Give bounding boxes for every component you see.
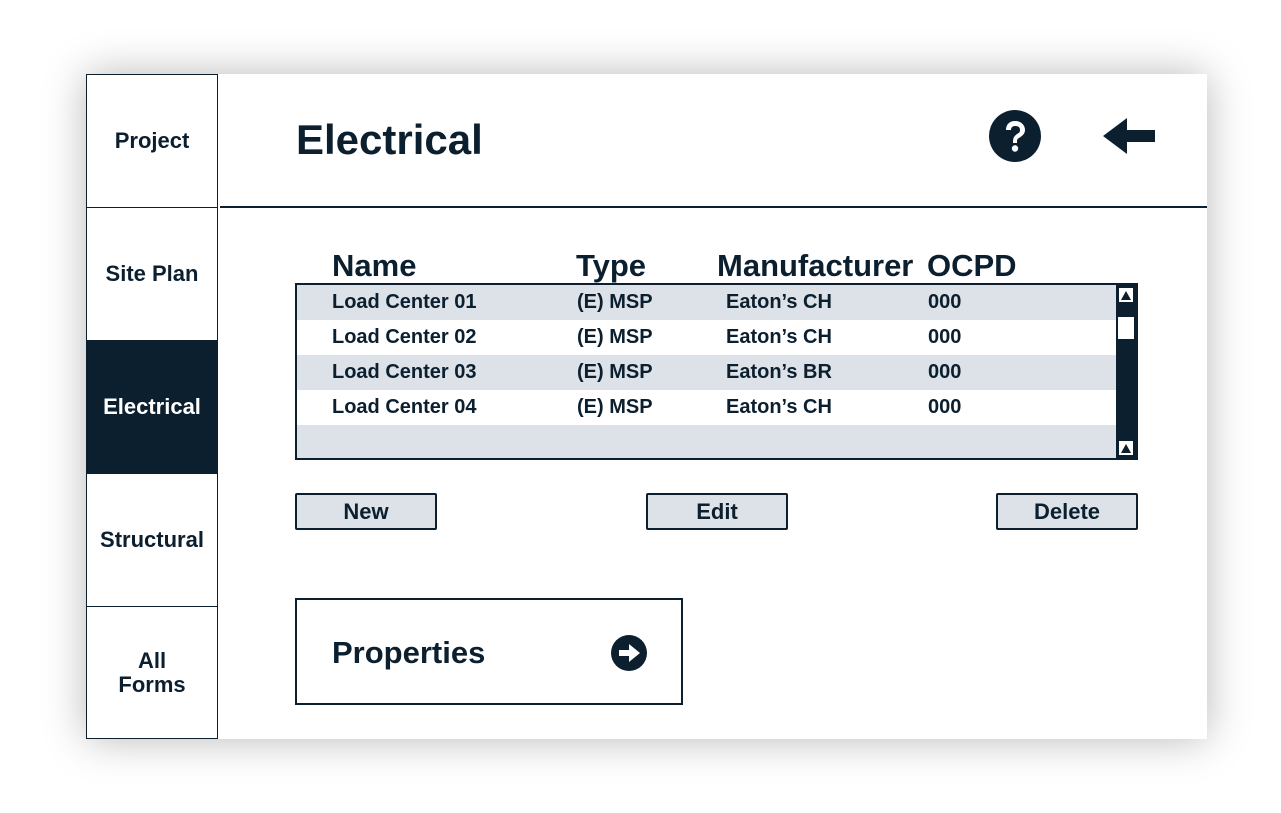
cell-manufacturer: Eaton’s BR (726, 361, 832, 383)
cell-type: (E) MSP (577, 361, 653, 383)
cell-type: (E) MSP (577, 396, 653, 418)
back-button[interactable] (1103, 116, 1157, 156)
cell-ocpd: 000 (928, 326, 962, 348)
properties-button[interactable]: Properties (295, 598, 683, 705)
cell-name: Load Center 04 (332, 396, 477, 418)
triangle-up-icon (1121, 290, 1131, 300)
cell-ocpd: 000 (928, 396, 962, 418)
cell-ocpd: 000 (928, 291, 962, 313)
scroll-thumb[interactable] (1118, 317, 1134, 339)
cell-name: Load Center 02 (332, 326, 477, 348)
column-header-manufacturer: Manufacturer (717, 248, 914, 283)
sidebar-item-all-forms[interactable]: All Forms (86, 606, 218, 739)
delete-button[interactable]: Delete (996, 493, 1138, 530)
scroll-up-button[interactable] (1118, 287, 1134, 303)
sidebar-item-label: Structural (100, 527, 204, 552)
cell-manufacturer: Eaton’s CH (726, 326, 832, 348)
header-divider (220, 206, 1207, 208)
sidebar-item-label: All Forms (118, 647, 186, 697)
app-window: Project Site Plan Electrical Structural … (86, 74, 1207, 739)
page-title: Electrical (296, 116, 483, 163)
sidebar-item-project[interactable]: Project (86, 74, 218, 208)
sidebar-item-structural[interactable]: Structural (86, 473, 218, 607)
column-header-type: Type (576, 248, 647, 283)
arrow-right-circle-icon (611, 635, 647, 671)
list-scrollbar[interactable] (1116, 285, 1136, 458)
cell-ocpd: 000 (928, 361, 962, 383)
cell-name: Load Center 03 (332, 361, 477, 383)
properties-label: Properties (332, 635, 486, 670)
table-row[interactable]: Load Center 04 (E) MSP Eaton’s CH 000 (297, 390, 1118, 425)
sidebar-item-label: Project (114, 128, 190, 153)
table-row[interactable]: Load Center 01 (E) MSP Eaton’s CH 000 (297, 285, 1118, 320)
sidebar-item-electrical[interactable]: Electrical (86, 340, 218, 474)
column-header-ocpd: OCPD (927, 248, 1017, 283)
arrow-left-icon (1103, 118, 1155, 154)
cell-manufacturer: Eaton’s CH (726, 291, 832, 313)
sidebar-nav: Project Site Plan Electrical Structural … (86, 74, 220, 739)
scroll-down-button[interactable] (1118, 440, 1134, 456)
column-header-name: Name (332, 248, 417, 283)
table-row-empty[interactable] (297, 425, 1118, 458)
new-button[interactable]: New (295, 493, 437, 530)
table-row[interactable]: Load Center 02 (E) MSP Eaton’s CH 000 (297, 320, 1118, 355)
cell-type: (E) MSP (577, 326, 653, 348)
edit-button[interactable]: Edit (646, 493, 788, 530)
help-button[interactable] (989, 110, 1041, 162)
cell-manufacturer: Eaton’s CH (726, 396, 832, 418)
triangle-up-icon (1121, 443, 1131, 453)
cell-name: Load Center 01 (332, 291, 477, 313)
table-row[interactable]: Load Center 03 (E) MSP Eaton’s BR 000 (297, 355, 1118, 390)
arrow-right-glyph (619, 644, 640, 662)
sidebar-item-label: Electrical (103, 394, 201, 419)
cell-type: (E) MSP (577, 291, 653, 313)
question-circle-icon (1006, 121, 1025, 152)
sidebar-item-label: Site Plan (105, 261, 199, 286)
equipment-list[interactable]: Load Center 01 (E) MSP Eaton’s CH 000 Lo… (295, 283, 1138, 460)
sidebar-item-site-plan[interactable]: Site Plan (86, 207, 218, 341)
